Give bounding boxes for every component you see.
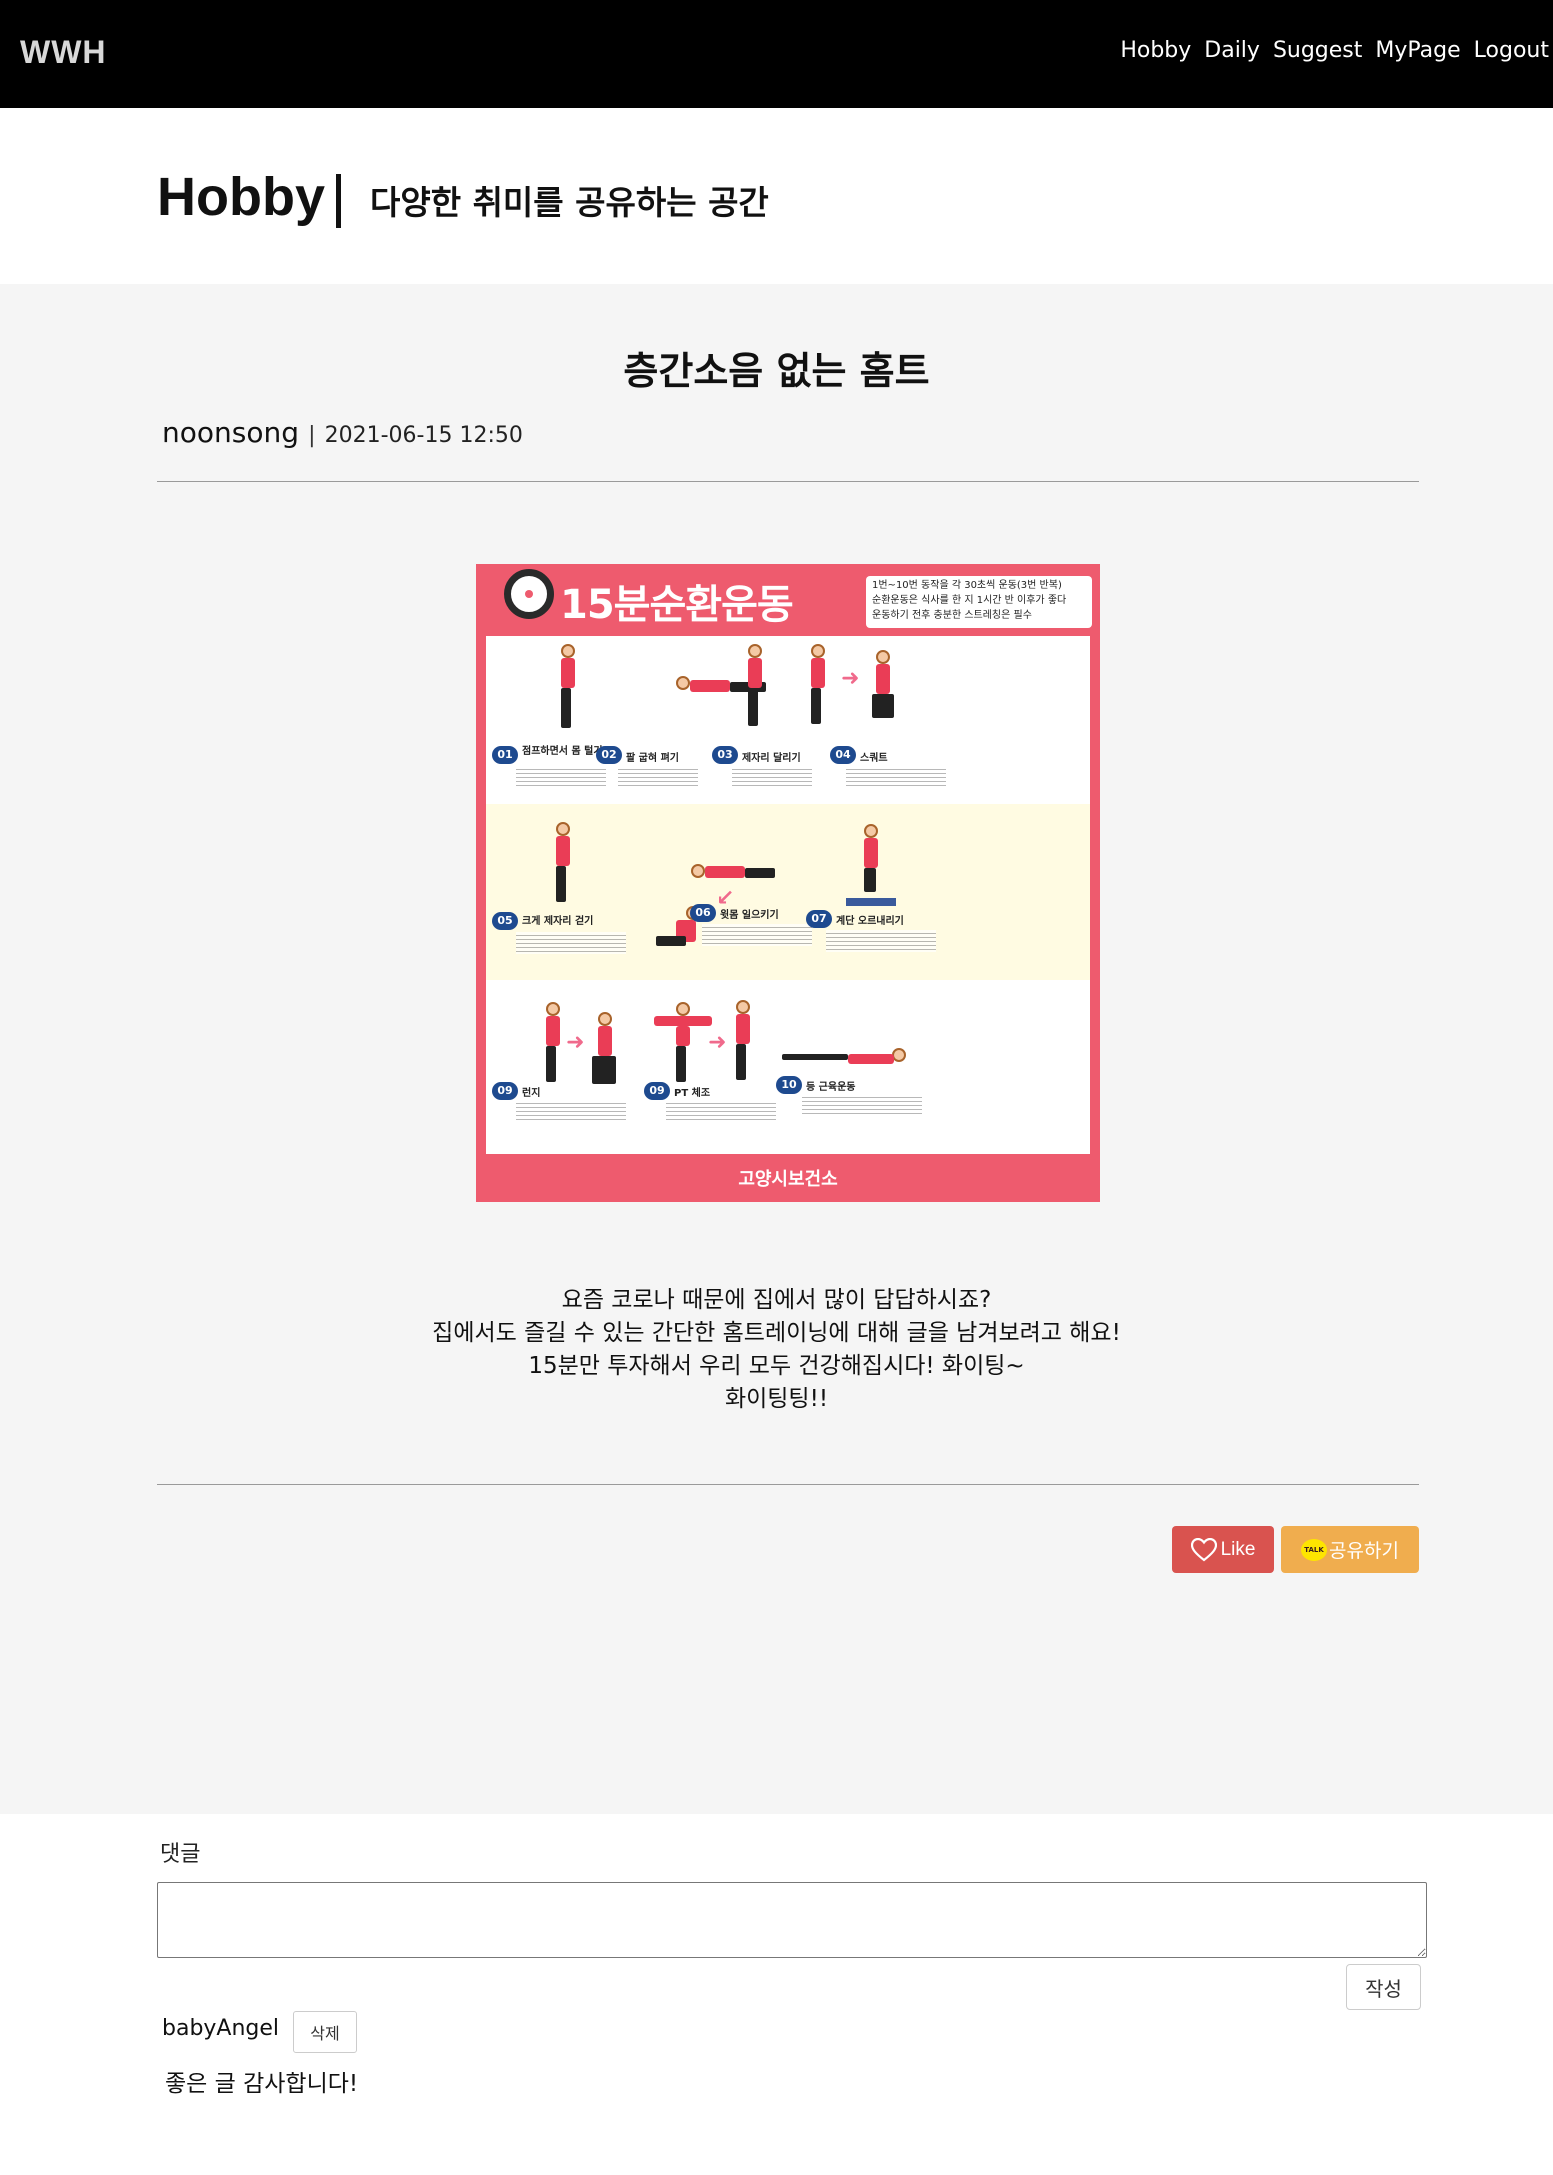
- post-author: noonsong: [162, 416, 299, 449]
- post-body-line: 집에서도 즐길 수 있는 간단한 홈트레이닝에 대해 글을 남겨보려고 해요!: [432, 1320, 1121, 1346]
- exercise-name: PT 체조: [674, 1088, 711, 1099]
- poster-note: 순환운동은 식사를 한 지 1시간 반 이후가 좋다: [872, 595, 1067, 606]
- exercise-number: 03: [712, 746, 738, 764]
- comment-author: babyAngel: [162, 2016, 280, 2041]
- kakao-share-button[interactable]: TALK 공유하기: [1281, 1526, 1419, 1573]
- exercise-name: 윗몸 일으키기: [720, 910, 779, 921]
- exercise-name: 점프하면서 몸 털기: [522, 746, 603, 757]
- exercise-number: 06: [690, 904, 716, 922]
- comment-submit-button[interactable]: 작성: [1346, 1964, 1421, 2010]
- exercise-name: 런지: [522, 1088, 541, 1099]
- poster-note: 1번~10번 동작을 각 30초씩 운동(3번 반복): [872, 580, 1062, 591]
- page-title: Hobby: [157, 167, 325, 227]
- exercise-description: [516, 932, 626, 954]
- exercise-number: 09: [644, 1082, 670, 1100]
- arrow-icon: ➜: [841, 666, 860, 691]
- navbar: WWH Hobby Daily Suggest MyPage Logout: [0, 0, 1553, 108]
- arrow-icon: ➜: [708, 1030, 727, 1055]
- exercise-description: [666, 1100, 776, 1122]
- page-subtitle: 다양한 취미를 공유하는 공간: [370, 183, 769, 222]
- post-body-line: 요즘 코로나 때문에 집에서 많이 답답하시죠?: [561, 1287, 992, 1313]
- exercise-row: [486, 980, 1090, 1154]
- exercise-name: 스쿼트: [860, 753, 888, 764]
- poster-title: 15분순환운동: [560, 582, 794, 628]
- exercise-number: 05: [492, 912, 518, 930]
- exercise-name: 계단 오르내리기: [836, 916, 904, 927]
- post-divider-top: [157, 481, 1419, 482]
- exercise-description: [702, 924, 812, 946]
- post-image: 15분순환운동 1번~10번 동작을 각 30초씩 운동(3번 반복) 순환운동…: [476, 564, 1100, 1202]
- exercise-description: [802, 1094, 922, 1116]
- poster-notes: 1번~10번 동작을 각 30초씩 운동(3번 반복) 순환운동은 식사를 한 …: [866, 576, 1092, 628]
- logo[interactable]: WWH: [20, 34, 107, 71]
- comment-text: 좋은 글 감사합니다!: [165, 2071, 359, 2097]
- exercise-description: [826, 930, 936, 952]
- exercise-description: [516, 1100, 626, 1122]
- meta-separator: |: [308, 423, 316, 448]
- exercise-description: [732, 766, 812, 788]
- exercise-number: 07: [806, 910, 832, 928]
- post-date: 2021-06-15 12:50: [324, 423, 523, 448]
- exercise-name: 팔 굽혀 펴기: [626, 753, 679, 764]
- poster-footer: 고양시보건소: [738, 1169, 838, 1190]
- comment-input[interactable]: [157, 1882, 1427, 1958]
- exercise-description: [846, 766, 946, 788]
- comment-delete-button[interactable]: 삭제: [293, 2011, 357, 2053]
- heart-icon: [1190, 1537, 1217, 1561]
- post-body: 요즘 코로나 때문에 집에서 많이 답답하시죠? 집에서도 즐길 수 있는 간단…: [0, 1284, 1553, 1416]
- exercise-name: 제자리 달리기: [742, 753, 801, 764]
- exercise-name: 크게 제자리 걷기: [522, 916, 594, 927]
- header-divider: [336, 174, 341, 228]
- kakao-talk-icon: TALK: [1301, 1538, 1328, 1561]
- nav-link-mypage[interactable]: MyPage: [1375, 38, 1460, 63]
- nav-link-suggest[interactable]: Suggest: [1273, 38, 1362, 63]
- comments-label: 댓글: [160, 1842, 201, 1867]
- post-divider-bottom: [157, 1484, 1419, 1485]
- page-header: Hobby 다양한 취미를 공유하는 공간: [0, 108, 1553, 284]
- poster-note: 운동하기 전후 충분한 스트레칭은 필수: [872, 610, 1032, 621]
- post-meta: noonsong | 2021-06-15 12:50: [162, 416, 523, 449]
- exercise-description: [618, 766, 698, 788]
- arrow-icon: ➜: [566, 1030, 585, 1055]
- poster-header: 15분순환운동 1번~10번 동작을 각 30초씩 운동(3번 반복) 순환운동…: [476, 564, 1100, 634]
- post-body-line: 화이팅팅!!: [724, 1386, 829, 1412]
- nav-links: Hobby Daily Suggest MyPage Logout: [1120, 38, 1549, 63]
- exercise-number: 04: [830, 746, 856, 764]
- like-button[interactable]: Like: [1172, 1526, 1274, 1573]
- exercise-name: 등 근육운동: [806, 1082, 856, 1093]
- exercise-number: 09: [492, 1082, 518, 1100]
- exercise-number: 10: [776, 1076, 802, 1094]
- step-platform: [846, 898, 896, 906]
- nav-link-logout[interactable]: Logout: [1474, 38, 1549, 63]
- nav-link-daily[interactable]: Daily: [1204, 38, 1260, 63]
- exercise-number: 01: [492, 746, 518, 764]
- exercise-description: [516, 766, 606, 788]
- post-container: 층간소음 없는 홈트 noonsong | 2021-06-15 12:50 1…: [0, 284, 1553, 1814]
- post-title: 층간소음 없는 홈트: [623, 349, 930, 393]
- poster-exercises: ➜ 01 점프하면서 몸 털기 02 팔 굽혀 펴기 03 제자리 달리기 04…: [486, 636, 1090, 1154]
- nav-link-hobby[interactable]: Hobby: [1120, 38, 1191, 63]
- share-label: 공유하기: [1329, 1540, 1399, 1562]
- post-body-line: 15분만 투자해서 우리 모두 건강해집시다! 화이팅~: [528, 1353, 1025, 1379]
- like-label: Like: [1220, 1538, 1256, 1560]
- stopwatch-icon: [504, 569, 554, 619]
- exercise-number: 02: [596, 746, 622, 764]
